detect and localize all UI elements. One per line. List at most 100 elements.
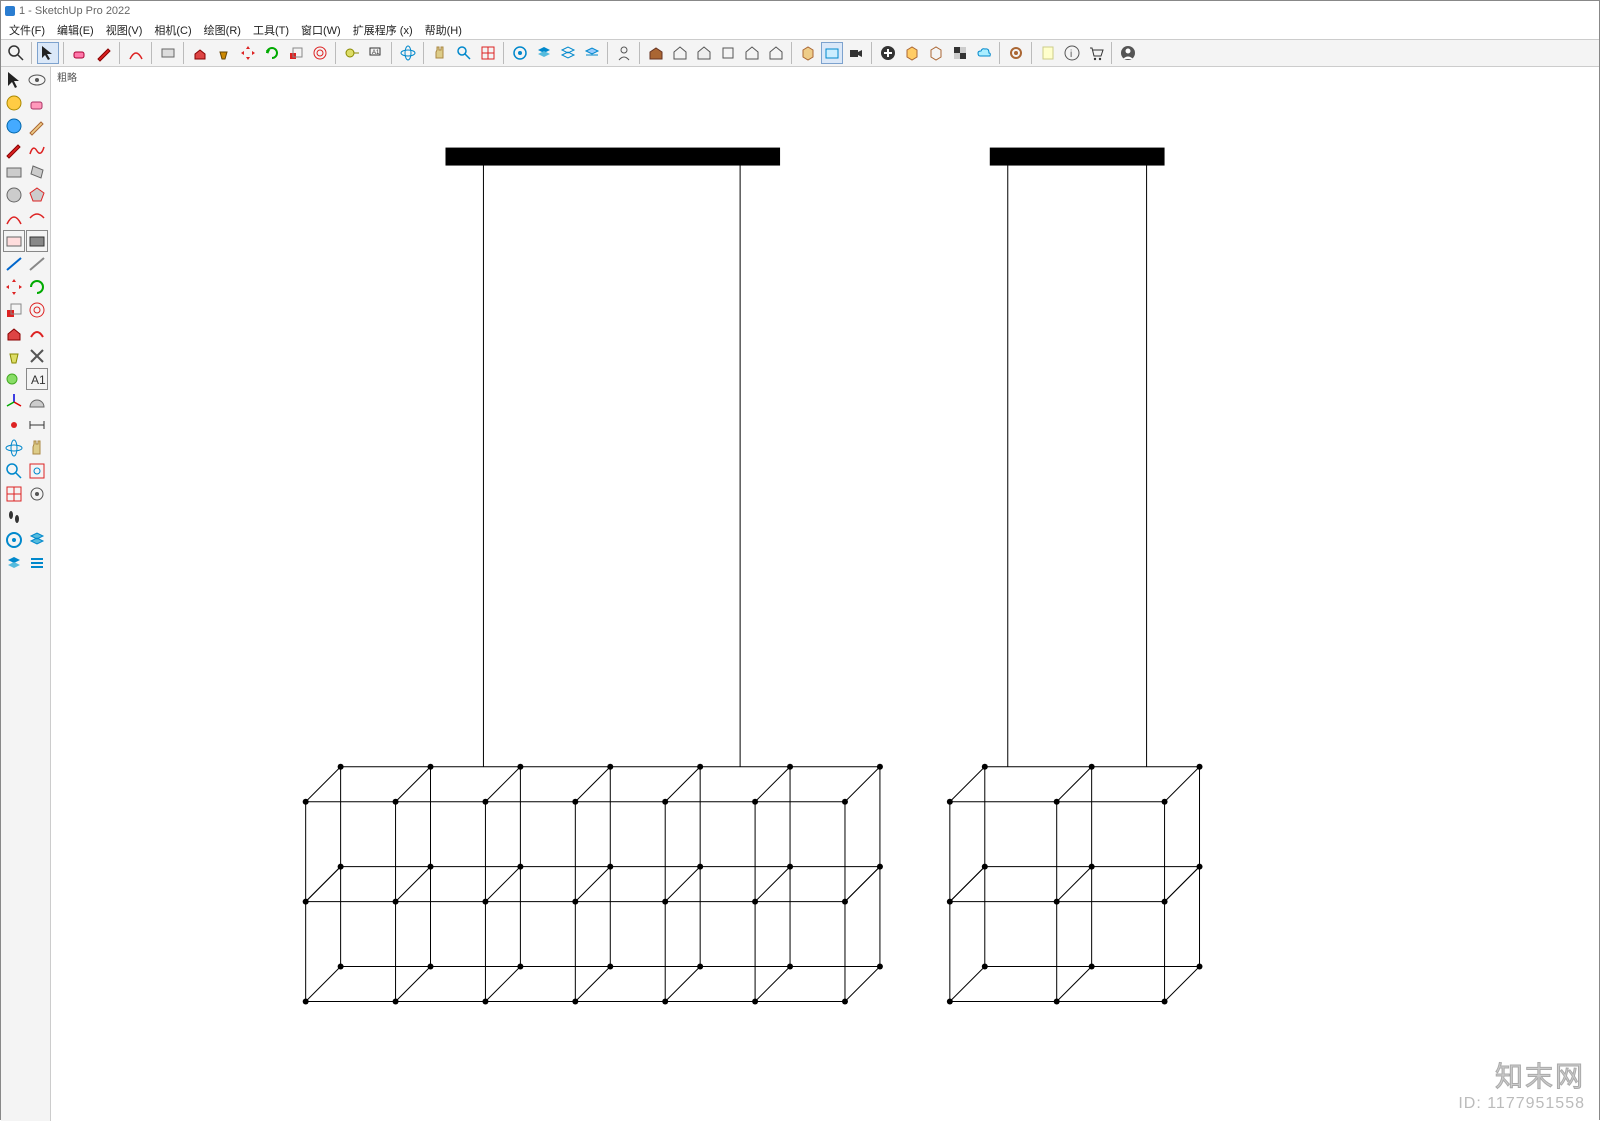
app-logo-icon <box>5 6 15 16</box>
pushpull-icon[interactable] <box>189 42 211 64</box>
line-blue-icon[interactable] <box>3 253 25 275</box>
menu-help[interactable]: 帮助(H) <box>419 20 468 40</box>
text-label-icon[interactable]: A1 <box>365 42 387 64</box>
circle-icon[interactable] <box>3 184 25 206</box>
cursor-icon[interactable] <box>3 69 25 91</box>
scale-icon[interactable] <box>285 42 307 64</box>
house-top-icon[interactable] <box>717 42 739 64</box>
outliner-blue-icon[interactable] <box>3 529 25 551</box>
eye-target-icon[interactable] <box>26 483 48 505</box>
orbit-tool-icon[interactable] <box>3 437 25 459</box>
house-back-icon[interactable] <box>765 42 787 64</box>
menu-camera[interactable]: 相机(C) <box>148 20 197 40</box>
paintbucket-tool-icon[interactable] <box>3 345 25 367</box>
menu-tools[interactable]: 工具(T) <box>247 20 295 40</box>
axis-icon[interactable] <box>3 391 25 413</box>
zoom-icon[interactable] <box>453 42 475 64</box>
pan-icon[interactable] <box>429 42 451 64</box>
tape-icon[interactable] <box>341 42 363 64</box>
person-icon[interactable] <box>613 42 635 64</box>
zoom-window-icon[interactable] <box>26 460 48 482</box>
box-icon[interactable] <box>797 42 819 64</box>
record-icon[interactable] <box>845 42 867 64</box>
document-icon[interactable] <box>1037 42 1059 64</box>
pencil-red-icon[interactable] <box>3 138 25 160</box>
arc2-icon[interactable] <box>26 207 48 229</box>
protractor-icon[interactable] <box>26 391 48 413</box>
cart-icon[interactable] <box>1085 42 1107 64</box>
menu-file[interactable]: 文件(F) <box>3 20 51 40</box>
move-icon[interactable] <box>237 42 259 64</box>
capture-icon[interactable] <box>821 42 843 64</box>
layers-blue-icon[interactable] <box>3 552 25 574</box>
text-a-icon[interactable]: A1 <box>26 368 48 390</box>
offset-tool-icon[interactable] <box>26 299 48 321</box>
freehand-icon[interactable] <box>26 138 48 160</box>
orbit-icon[interactable] <box>397 42 419 64</box>
menu-extensions[interactable]: 扩展程序 (x) <box>347 20 419 40</box>
cube-icon[interactable] <box>901 42 923 64</box>
user-icon[interactable] <box>1117 42 1139 64</box>
pencil-icon[interactable] <box>26 115 48 137</box>
eye-icon[interactable] <box>26 69 48 91</box>
tools-cross-icon[interactable] <box>26 345 48 367</box>
rotate-icon[interactable] <box>261 42 283 64</box>
followme-icon[interactable] <box>26 322 48 344</box>
pencil-icon[interactable] <box>93 42 115 64</box>
rectangle-icon[interactable] <box>3 161 25 183</box>
footprints-icon[interactable] <box>3 506 25 528</box>
paintbucket-icon[interactable] <box>213 42 235 64</box>
rectangle-icon[interactable] <box>157 42 179 64</box>
rectangle-filled-icon[interactable] <box>26 230 48 252</box>
dot-red-icon[interactable] <box>3 414 25 436</box>
sphere-yellow-icon[interactable] <box>3 92 25 114</box>
layers-icon[interactable] <box>533 42 555 64</box>
zoom-extents-icon[interactable] <box>477 42 499 64</box>
checker-icon[interactable] <box>949 42 971 64</box>
tape-green-icon[interactable] <box>3 368 25 390</box>
outliner-icon[interactable] <box>509 42 531 64</box>
dimension-icon[interactable] <box>26 414 48 436</box>
move-red-icon[interactable] <box>3 276 25 298</box>
viewport[interactable]: 粗略 <box>51 67 1599 1121</box>
pan-hand-icon[interactable] <box>26 437 48 459</box>
zoom-magnify-icon[interactable] <box>3 460 25 482</box>
window-title: 1 - SketchUp Pro 2022 <box>19 5 130 17</box>
arc-icon[interactable] <box>3 207 25 229</box>
styles-icon[interactable] <box>26 529 48 551</box>
house-side-icon[interactable] <box>741 42 763 64</box>
zoom-extents-tool-icon[interactable] <box>3 483 25 505</box>
menu-draw[interactable]: 绘图(R) <box>198 20 247 40</box>
select-arrow-icon[interactable] <box>37 42 59 64</box>
info-icon[interactable]: i <box>1061 42 1083 64</box>
warehouse-icon[interactable] <box>645 42 667 64</box>
components-icon[interactable] <box>557 42 579 64</box>
cloud-icon[interactable] <box>973 42 995 64</box>
offset-icon[interactable] <box>309 42 331 64</box>
house-front-icon[interactable] <box>693 42 715 64</box>
sphere-blue-icon[interactable] <box>3 115 25 137</box>
rectangle-rotated-icon[interactable] <box>26 161 48 183</box>
rectangle-3d-icon[interactable] <box>3 230 25 252</box>
watermark-brand: 知末网 <box>1458 1055 1585 1095</box>
eraser-icon[interactable] <box>69 42 91 64</box>
menu-view[interactable]: 视图(V) <box>100 20 149 40</box>
search-icon[interactable] <box>5 42 27 64</box>
add-icon[interactable] <box>877 42 899 64</box>
rotate-green-icon[interactable] <box>26 276 48 298</box>
cube-alt-icon[interactable] <box>925 42 947 64</box>
empty-icon <box>26 506 48 528</box>
lines-icon[interactable] <box>26 552 48 574</box>
line-gray-icon[interactable] <box>26 253 48 275</box>
section-icon[interactable] <box>581 42 603 64</box>
scale-tool-icon[interactable] <box>3 299 25 321</box>
settings-icon[interactable] <box>1005 42 1027 64</box>
eraser-icon[interactable] <box>26 92 48 114</box>
arc-icon[interactable] <box>125 42 147 64</box>
menu-edit[interactable]: 编辑(E) <box>51 20 100 40</box>
menu-window[interactable]: 窗口(W) <box>295 20 347 40</box>
polygon-icon[interactable] <box>26 184 48 206</box>
pushpull-red-icon[interactable] <box>3 322 25 344</box>
home-icon[interactable] <box>669 42 691 64</box>
svg-text:A1: A1 <box>31 373 46 387</box>
